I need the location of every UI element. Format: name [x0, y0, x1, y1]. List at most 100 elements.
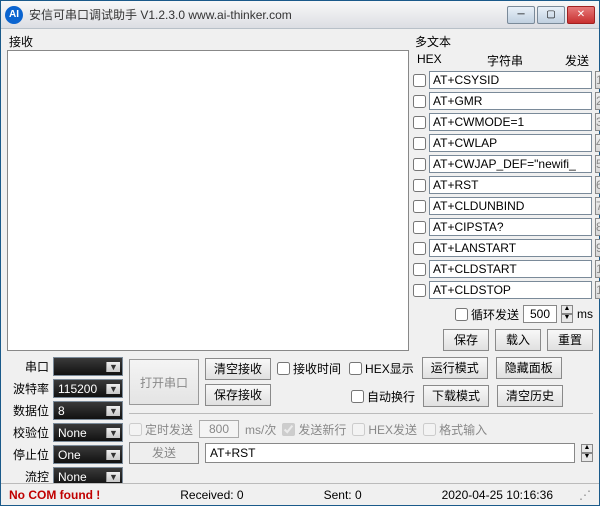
- multitext-row: 10: [413, 260, 593, 278]
- multitext-row: 7: [413, 197, 593, 215]
- hex-checkbox[interactable]: [413, 284, 426, 297]
- command-input[interactable]: [429, 197, 592, 215]
- command-input[interactable]: [429, 239, 592, 257]
- send-row-button[interactable]: 8: [595, 218, 600, 236]
- resize-grip-icon[interactable]: ⋰: [579, 488, 591, 502]
- hex-checkbox[interactable]: [413, 116, 426, 129]
- rx-time-checkbox[interactable]: [277, 362, 290, 375]
- loop-send-label: 循环发送: [471, 306, 519, 323]
- send-row-button[interactable]: 3: [595, 113, 600, 131]
- send-newline-checkbox[interactable]: [282, 423, 295, 436]
- port-label: 串口: [7, 358, 49, 375]
- stopbits-combo[interactable]: One▼: [53, 445, 123, 464]
- send-row-button[interactable]: 5: [595, 155, 600, 173]
- interval-input[interactable]: [199, 420, 239, 438]
- multitext-row: 6: [413, 176, 593, 194]
- send-spin-down[interactable]: ▼: [581, 453, 593, 462]
- command-input[interactable]: [429, 260, 592, 278]
- multitext-title: 多文本: [413, 33, 593, 50]
- send-row-button[interactable]: 11: [595, 281, 600, 299]
- close-button[interactable]: ✕: [567, 6, 595, 24]
- chevron-down-icon: ▼: [106, 450, 120, 460]
- hex-checkbox[interactable]: [413, 242, 426, 255]
- command-input[interactable]: [429, 113, 592, 131]
- stopbits-label: 停止位: [7, 446, 49, 463]
- chevron-down-icon: ▼: [106, 428, 120, 438]
- send-input[interactable]: [205, 443, 575, 463]
- command-input[interactable]: [429, 134, 592, 152]
- receive-label: 接收: [7, 33, 409, 50]
- interval-unit: ms/次: [245, 421, 276, 438]
- multitext-row: 9: [413, 239, 593, 257]
- format-input-checkbox[interactable]: [423, 423, 436, 436]
- loop-interval-input[interactable]: [523, 305, 557, 323]
- hex-checkbox[interactable]: [413, 200, 426, 213]
- command-input[interactable]: [429, 92, 592, 110]
- parity-combo[interactable]: None▼: [53, 423, 123, 442]
- baud-combo[interactable]: 115200▼: [53, 379, 123, 398]
- send-spin-up[interactable]: ▲: [581, 444, 593, 453]
- multitext-row: 2: [413, 92, 593, 110]
- multitext-row: 4: [413, 134, 593, 152]
- hex-checkbox[interactable]: [413, 263, 426, 276]
- timed-send-checkbox[interactable]: [129, 423, 142, 436]
- hex-checkbox[interactable]: [413, 137, 426, 150]
- status-datetime: 2020-04-25 10:16:36: [442, 488, 553, 502]
- command-input[interactable]: [429, 176, 592, 194]
- send-row-button[interactable]: 10: [595, 260, 600, 278]
- command-input[interactable]: [429, 155, 592, 173]
- minimize-button[interactable]: ─: [507, 6, 535, 24]
- send-button[interactable]: 发送: [129, 442, 199, 464]
- multitext-row: 3: [413, 113, 593, 131]
- multitext-row: 11: [413, 281, 593, 299]
- run-mode-button[interactable]: 运行模式: [422, 357, 488, 379]
- hex-checkbox[interactable]: [413, 95, 426, 108]
- reset-button[interactable]: 重置: [547, 329, 593, 351]
- maximize-button[interactable]: ▢: [537, 6, 565, 24]
- status-received: Received: 0: [180, 488, 243, 502]
- load-button[interactable]: 载入: [495, 329, 541, 351]
- hex-display-checkbox[interactable]: [349, 362, 362, 375]
- save-button[interactable]: 保存: [443, 329, 489, 351]
- loop-send-checkbox[interactable]: [455, 308, 468, 321]
- multitext-row: 8: [413, 218, 593, 236]
- multitext-row: 1: [413, 71, 593, 89]
- receive-panel[interactable]: [7, 50, 409, 351]
- open-port-button[interactable]: 打开串口: [129, 359, 199, 405]
- spin-up[interactable]: ▲: [561, 305, 573, 314]
- save-rx-button[interactable]: 保存接收: [205, 384, 271, 406]
- send-row-button[interactable]: 2: [595, 92, 600, 110]
- download-mode-button[interactable]: 下载模式: [423, 385, 489, 407]
- hex-checkbox[interactable]: [413, 179, 426, 192]
- spin-down[interactable]: ▼: [561, 314, 573, 323]
- col-string: 字符串: [449, 52, 561, 69]
- col-send: 发送: [561, 52, 593, 69]
- hex-send-checkbox[interactable]: [352, 423, 365, 436]
- databits-combo[interactable]: 8▼: [53, 401, 123, 420]
- hex-checkbox[interactable]: [413, 221, 426, 234]
- multitext-row: 5: [413, 155, 593, 173]
- chevron-down-icon: ▼: [106, 362, 120, 372]
- loop-unit: ms: [577, 307, 593, 321]
- baud-label: 波特率: [7, 380, 49, 397]
- command-input[interactable]: [429, 218, 592, 236]
- send-row-button[interactable]: 6: [595, 176, 600, 194]
- send-row-button[interactable]: 9: [595, 239, 600, 257]
- chevron-down-icon: ▼: [106, 406, 120, 416]
- hide-panel-button[interactable]: 隐藏面板: [496, 357, 562, 379]
- port-combo[interactable]: ▼: [53, 357, 123, 376]
- auto-wrap-checkbox[interactable]: [351, 390, 364, 403]
- send-row-button[interactable]: 7: [595, 197, 600, 215]
- hex-checkbox[interactable]: [413, 158, 426, 171]
- hex-checkbox[interactable]: [413, 74, 426, 87]
- col-hex: HEX: [413, 52, 449, 69]
- command-input[interactable]: [429, 71, 592, 89]
- app-icon: AI: [5, 6, 23, 24]
- send-row-button[interactable]: 1: [595, 71, 600, 89]
- clear-rx-button[interactable]: 清空接收: [205, 358, 271, 380]
- send-row-button[interactable]: 4: [595, 134, 600, 152]
- command-input[interactable]: [429, 281, 592, 299]
- databits-label: 数据位: [7, 402, 49, 419]
- status-sent: Sent: 0: [324, 488, 362, 502]
- clear-history-button[interactable]: 清空历史: [497, 385, 563, 407]
